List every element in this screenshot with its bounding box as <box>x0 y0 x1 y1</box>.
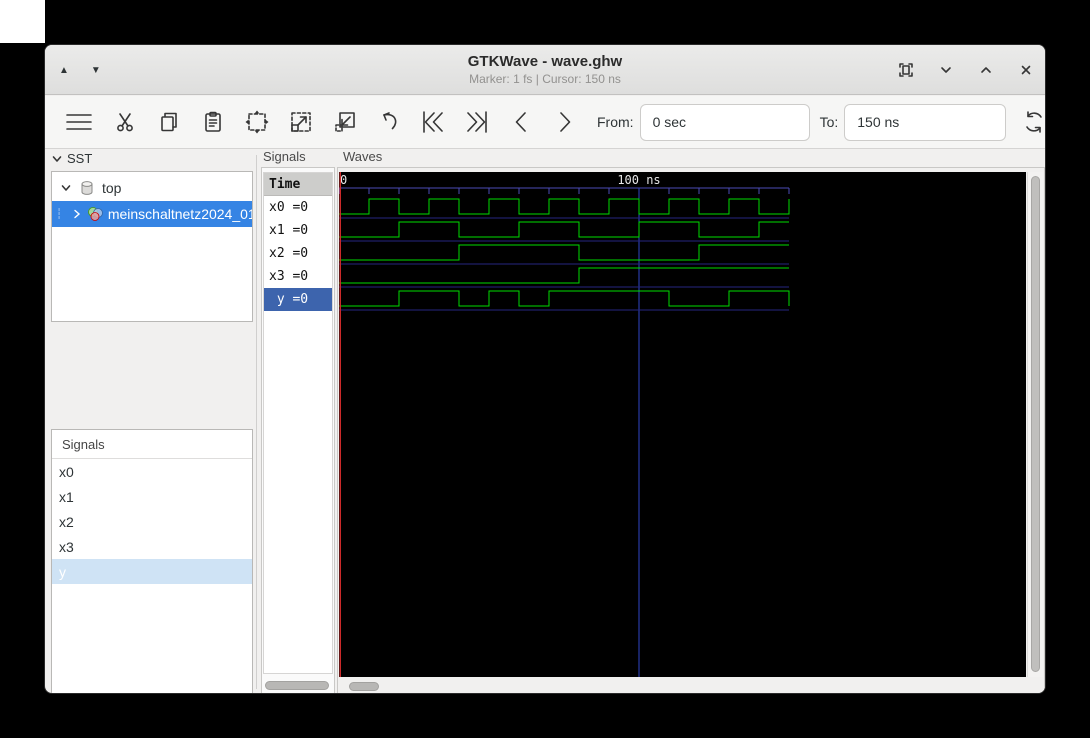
menu-button[interactable] <box>55 102 103 142</box>
pane-splitter-left[interactable] <box>256 155 257 689</box>
svg-text:0: 0 <box>340 173 347 187</box>
list-item-y[interactable]: y <box>52 559 252 584</box>
tree-item-label: top <box>102 180 122 196</box>
waves-vscrollbar[interactable] <box>1027 172 1043 677</box>
waves-hscrollbar[interactable] <box>339 679 1026 693</box>
signals-values-list: Time x0 =0 x1 =0 x2 =0 x3 =0 y =0 <box>263 172 333 674</box>
list-item-x2[interactable]: x2 <box>52 509 252 534</box>
gtkwave-window: ▲ ▼ GTKWave - wave.ghw Marker: 1 fs | Cu… <box>44 44 1046 694</box>
signals-values-panel: Time x0 =0 x1 =0 x2 =0 x3 =0 y =0 <box>261 167 335 693</box>
wave-canvas[interactable]: 0 100 ns <box>339 172 1026 677</box>
database-cylinder-icon <box>81 181 93 195</box>
waves-hscrollbar-thumb[interactable] <box>349 681 379 691</box>
signals-hscrollbar[interactable] <box>263 678 333 692</box>
zoom-out-button[interactable] <box>323 102 367 142</box>
waves-panel: 0 100 ns <box>337 167 1045 693</box>
skip-to-end-button[interactable] <box>455 102 499 142</box>
expander-down-icon[interactable] <box>60 182 72 194</box>
toolbar: From: 0 sec To: 150 ns <box>45 96 1045 149</box>
list-item-x1[interactable]: x1 <box>52 484 252 509</box>
time-header[interactable]: Time <box>264 173 332 196</box>
desktop-corner-patch <box>0 0 45 43</box>
signal-value-row[interactable]: x3 =0 <box>264 265 332 288</box>
signal-list-column-header[interactable]: Signals <box>52 430 252 459</box>
from-label: From: <box>597 114 634 130</box>
maximize-icon[interactable] <box>975 59 997 81</box>
close-icon[interactable] <box>1015 59 1037 81</box>
svg-text:100 ns: 100 ns <box>617 173 660 187</box>
module-circles-icon <box>88 207 103 221</box>
list-item-x0[interactable]: x0 <box>52 459 252 484</box>
signals-hscrollbar-thumb[interactable] <box>265 680 329 690</box>
tree-item-label: meinschaltnetz2024_01_ <box>107 206 252 222</box>
step-forward-button[interactable] <box>543 102 587 142</box>
copy-button[interactable] <box>147 102 191 142</box>
signal-value-row[interactable]: x2 =0 <box>264 242 332 265</box>
from-input[interactable]: 0 sec <box>639 103 810 141</box>
signal-search-list: Signals x0 x1 x2 x3 y <box>51 429 253 693</box>
undo-button[interactable] <box>367 102 411 142</box>
skip-to-start-button[interactable] <box>411 102 455 142</box>
tree-item-module[interactable]: ┆ meinschaltnetz2024_01_ <box>52 201 252 227</box>
expander-right-icon[interactable] <box>71 208 82 220</box>
titlebar[interactable]: ▲ ▼ GTKWave - wave.ghw Marker: 1 fs | Cu… <box>45 45 1045 95</box>
zoom-in-button[interactable] <box>279 102 323 142</box>
paste-button[interactable] <box>191 102 235 142</box>
main-area: SST top ┆ meinschaltnetz2024_01_ Signals… <box>45 149 1045 693</box>
sst-tree: top ┆ meinschaltnetz2024_01_ <box>51 171 253 322</box>
signal-value-row-selected[interactable]: y =0 <box>264 288 332 311</box>
to-input[interactable]: 150 ns <box>844 103 1007 141</box>
signals-frame-label: Signals <box>261 149 308 164</box>
minimize-icon[interactable] <box>935 59 957 81</box>
reload-button[interactable] <box>1012 102 1045 142</box>
waves-frame-label: Waves <box>341 149 385 164</box>
tree-item-top[interactable]: top <box>52 175 252 201</box>
to-label: To: <box>819 114 839 130</box>
sst-header-label: SST <box>67 151 93 166</box>
zoom-fit-button[interactable] <box>235 102 279 142</box>
signal-value-row[interactable]: x1 =0 <box>264 219 332 242</box>
cut-button[interactable] <box>103 102 147 142</box>
fullscreen-icon[interactable] <box>895 59 917 81</box>
step-back-button[interactable] <box>499 102 543 142</box>
signal-value-row[interactable]: x0 =0 <box>264 196 332 219</box>
sst-expander-icon[interactable] <box>51 153 63 165</box>
tree-guide: ┆ <box>56 208 64 220</box>
list-item-x3[interactable]: x3 <box>52 534 252 559</box>
waves-vscrollbar-thumb[interactable] <box>1031 176 1040 672</box>
